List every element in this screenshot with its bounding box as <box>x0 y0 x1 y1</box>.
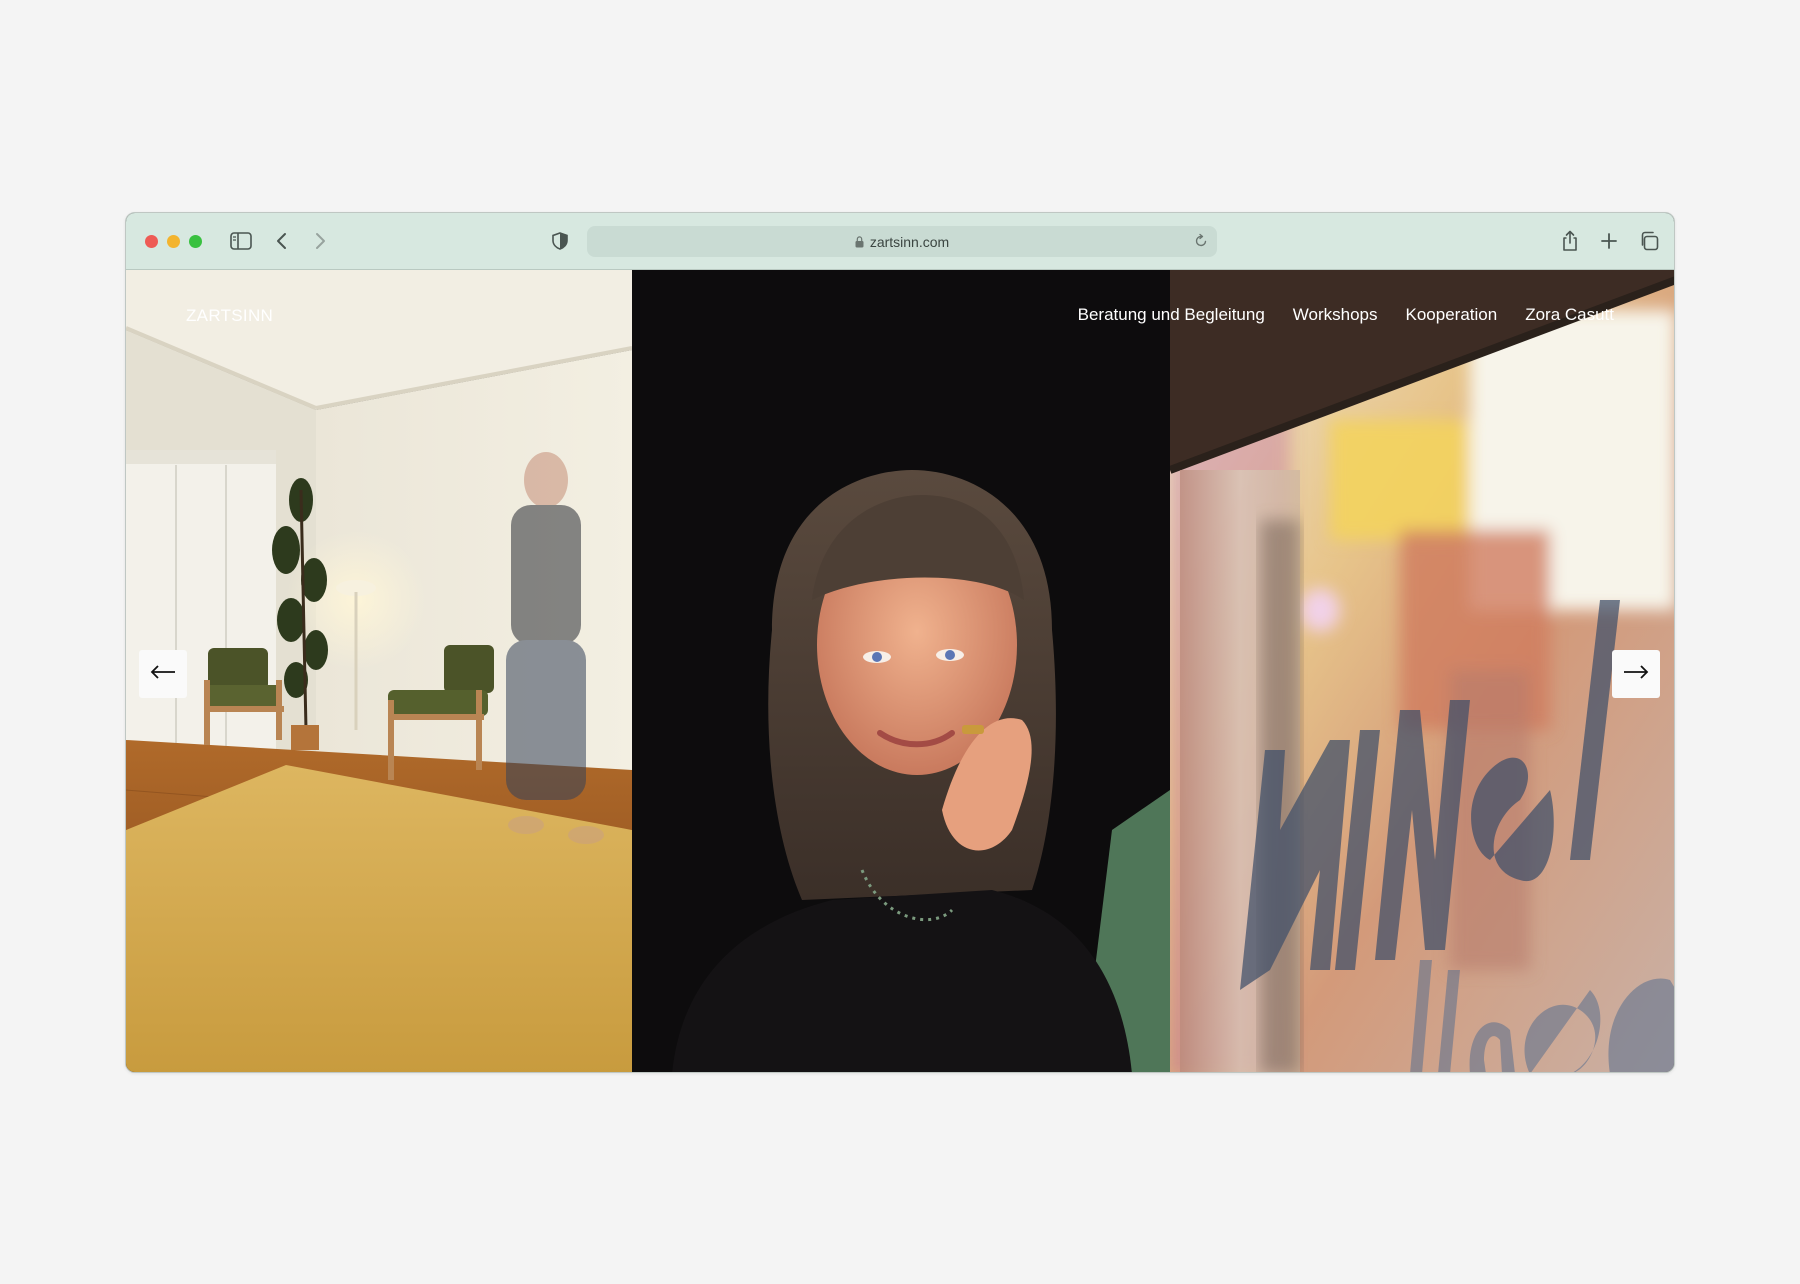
slider-prev-button[interactable] <box>139 650 187 698</box>
nav-link-kooperation[interactable]: Kooperation <box>1406 305 1498 325</box>
share-icon[interactable] <box>1558 228 1582 254</box>
tab-overview-icon[interactable] <box>1637 230 1661 252</box>
web-page: ZARTSINN Beratung und Begleitung Worksho… <box>126 270 1674 1072</box>
privacy-shield-icon[interactable] <box>550 230 570 252</box>
browser-window: zartsinn.com ZARTSINN Beratung und Begle… <box>125 212 1675 1073</box>
back-icon[interactable] <box>272 230 292 252</box>
slide-portrait-photo <box>632 270 1170 1072</box>
arrow-left-icon <box>150 664 176 684</box>
url-text: zartsinn.com <box>869 233 950 250</box>
slider-next-button[interactable] <box>1612 650 1660 698</box>
forward-icon[interactable] <box>310 230 330 252</box>
arrow-right-icon <box>1623 664 1649 684</box>
slide-window-photo <box>1170 270 1674 1072</box>
close-window-button[interactable] <box>145 235 158 248</box>
zoom-window-button[interactable] <box>189 235 202 248</box>
sidebar-toggle-icon[interactable] <box>229 230 253 252</box>
reload-icon[interactable] <box>1193 233 1209 252</box>
nav-link-workshops[interactable]: Workshops <box>1293 305 1378 325</box>
site-logo[interactable]: ZARTSINN <box>186 306 273 326</box>
main-navigation: Beratung und Begleitung Workshops Kooper… <box>1078 305 1614 325</box>
address-bar[interactable]: zartsinn.com <box>587 226 1217 257</box>
minimize-window-button[interactable] <box>167 235 180 248</box>
new-tab-icon[interactable] <box>1598 230 1620 252</box>
nav-link-zora-casutt[interactable]: Zora Casutt <box>1525 305 1614 325</box>
slide-room-photo <box>126 270 632 1072</box>
lock-icon <box>855 235 864 248</box>
browser-toolbar: zartsinn.com <box>126 213 1674 270</box>
nav-link-beratung[interactable]: Beratung und Begleitung <box>1078 305 1265 325</box>
